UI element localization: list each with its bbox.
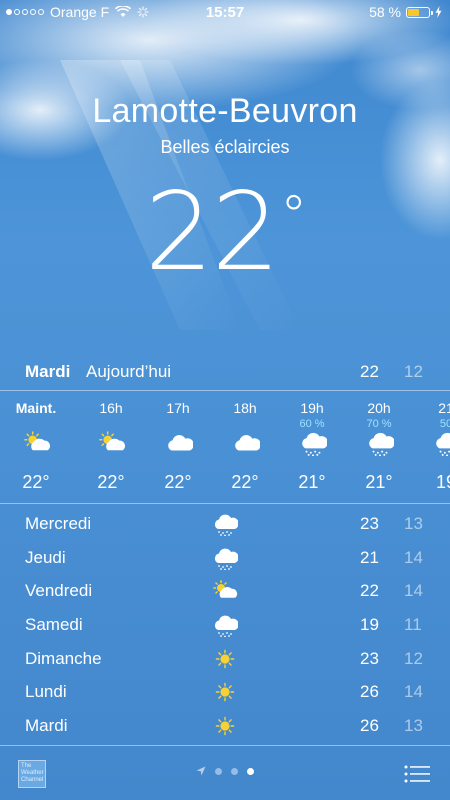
current-temperature-value: 22 <box>144 170 280 295</box>
page-dot <box>215 767 222 775</box>
day-low-temp: 14 <box>404 547 423 567</box>
hour-temp: 19 <box>435 472 450 492</box>
sun-icon <box>212 680 238 704</box>
weather-channel-logo[interactable]: The Weather Channel <box>18 760 46 788</box>
precip-chance: 70 % <box>366 418 392 430</box>
degree-symbol: ° <box>280 184 307 247</box>
partly-sunny-icon <box>98 430 126 456</box>
city-list-icon[interactable] <box>404 765 430 783</box>
sun-icon <box>212 714 238 738</box>
daily-row: Dimanche 23 12 <box>0 643 450 677</box>
rain-cloud-icon <box>212 613 239 638</box>
rain-cloud-icon <box>212 546 239 571</box>
battery-icon <box>406 6 433 18</box>
today-summary-row: Mardi Aujourd’hui 22 12 <box>0 358 450 386</box>
cloud-icon <box>232 430 261 456</box>
day-high-temp: 22 <box>360 581 379 601</box>
day-low-temp: 14 <box>404 682 423 702</box>
day-high-temp: 23 <box>360 514 379 533</box>
page-dot-active <box>247 767 254 775</box>
daily-row: Lundi 26 14 <box>0 676 450 710</box>
charging-bolt-icon <box>435 6 442 18</box>
rain-cloud-icon <box>212 512 239 537</box>
rain-cloud-icon <box>299 430 328 457</box>
partly-sunny-icon <box>23 430 51 456</box>
rain-cloud-icon <box>366 430 395 457</box>
day-low-temp: 12 <box>404 648 423 668</box>
page-indicator[interactable] <box>196 766 254 776</box>
divider-top <box>0 390 450 391</box>
battery-percent: 58 % <box>369 4 401 20</box>
day-name: Lundi <box>25 682 67 702</box>
hourly-forecast-strip[interactable]: Maint. 22° 16h 22° 17h 22° 18h 22° 19h 6… <box>0 392 450 502</box>
day-name: Mardi <box>25 716 68 736</box>
daily-forecast-list[interactable]: Mercredi 23 13 Jeudi 21 14 Vendredi 22 1… <box>0 508 450 744</box>
today-high-temp: 22 <box>360 362 379 381</box>
day-name: Dimanche <box>25 648 102 668</box>
today-low-temp: 12 <box>404 362 423 381</box>
day-high-temp: 26 <box>360 682 379 702</box>
rain-cloud-icon <box>433 430 450 457</box>
day-low-temp: 11 <box>404 615 422 635</box>
day-name: Samedi <box>25 615 83 635</box>
hour-temp: 21° <box>365 472 393 492</box>
city-name: Lamotte-Beuvron <box>92 92 358 130</box>
hour-label: 20h <box>367 400 391 416</box>
daily-row: Jeudi 21 14 <box>0 542 450 576</box>
hour-temp: 22° <box>231 472 259 492</box>
daily-row: Mardi 26 13 <box>0 710 450 744</box>
day-high-temp: 23 <box>360 648 379 668</box>
hour-label: 19h <box>300 400 324 416</box>
hour-label: 21 <box>438 400 450 416</box>
daily-row: Samedi 19 11 <box>0 609 450 643</box>
hour-temp: 21° <box>298 472 326 492</box>
day-name: Jeudi <box>25 547 66 567</box>
day-high-temp: 19 <box>360 615 379 635</box>
hour-label: Maint. <box>15 400 57 416</box>
day-low-temp: 13 <box>404 514 423 533</box>
current-condition: Belles éclaircies <box>160 137 290 157</box>
status-bar: Orange F 15:57 58 % <box>0 0 450 24</box>
location-arrow-icon <box>196 766 206 776</box>
day-high-temp: 26 <box>360 716 379 736</box>
page-dot <box>231 767 238 775</box>
today-label: Aujourd’hui <box>86 362 172 381</box>
battery-group: 58 % <box>369 4 442 20</box>
hour-label: 18h <box>233 400 257 416</box>
today-day-name: Mardi <box>25 362 71 381</box>
daily-row: Vendredi 22 14 <box>0 575 450 609</box>
sun-icon <box>212 647 238 671</box>
precip-chance: 60 % <box>299 418 325 430</box>
daily-row: Mercredi 23 13 <box>0 508 450 542</box>
hour-temp: 22° <box>164 472 192 492</box>
day-name: Mercredi <box>25 514 92 533</box>
hour-temp: 22° <box>97 472 125 492</box>
day-high-temp: 21 <box>360 547 379 567</box>
day-name: Vendredi <box>25 581 93 601</box>
cloud-icon <box>165 430 194 456</box>
divider-bottom <box>0 503 450 504</box>
hour-label: 17h <box>166 400 190 416</box>
precip-chance: 50 <box>439 418 450 430</box>
bottom-toolbar: The Weather Channel <box>0 745 450 800</box>
partly-sunny-icon <box>212 579 238 603</box>
day-low-temp: 13 <box>404 716 423 736</box>
current-temperature: 22° <box>0 170 450 295</box>
day-low-temp: 14 <box>404 581 423 601</box>
hour-label: 16h <box>99 400 123 416</box>
hour-temp: 22° <box>22 472 50 492</box>
